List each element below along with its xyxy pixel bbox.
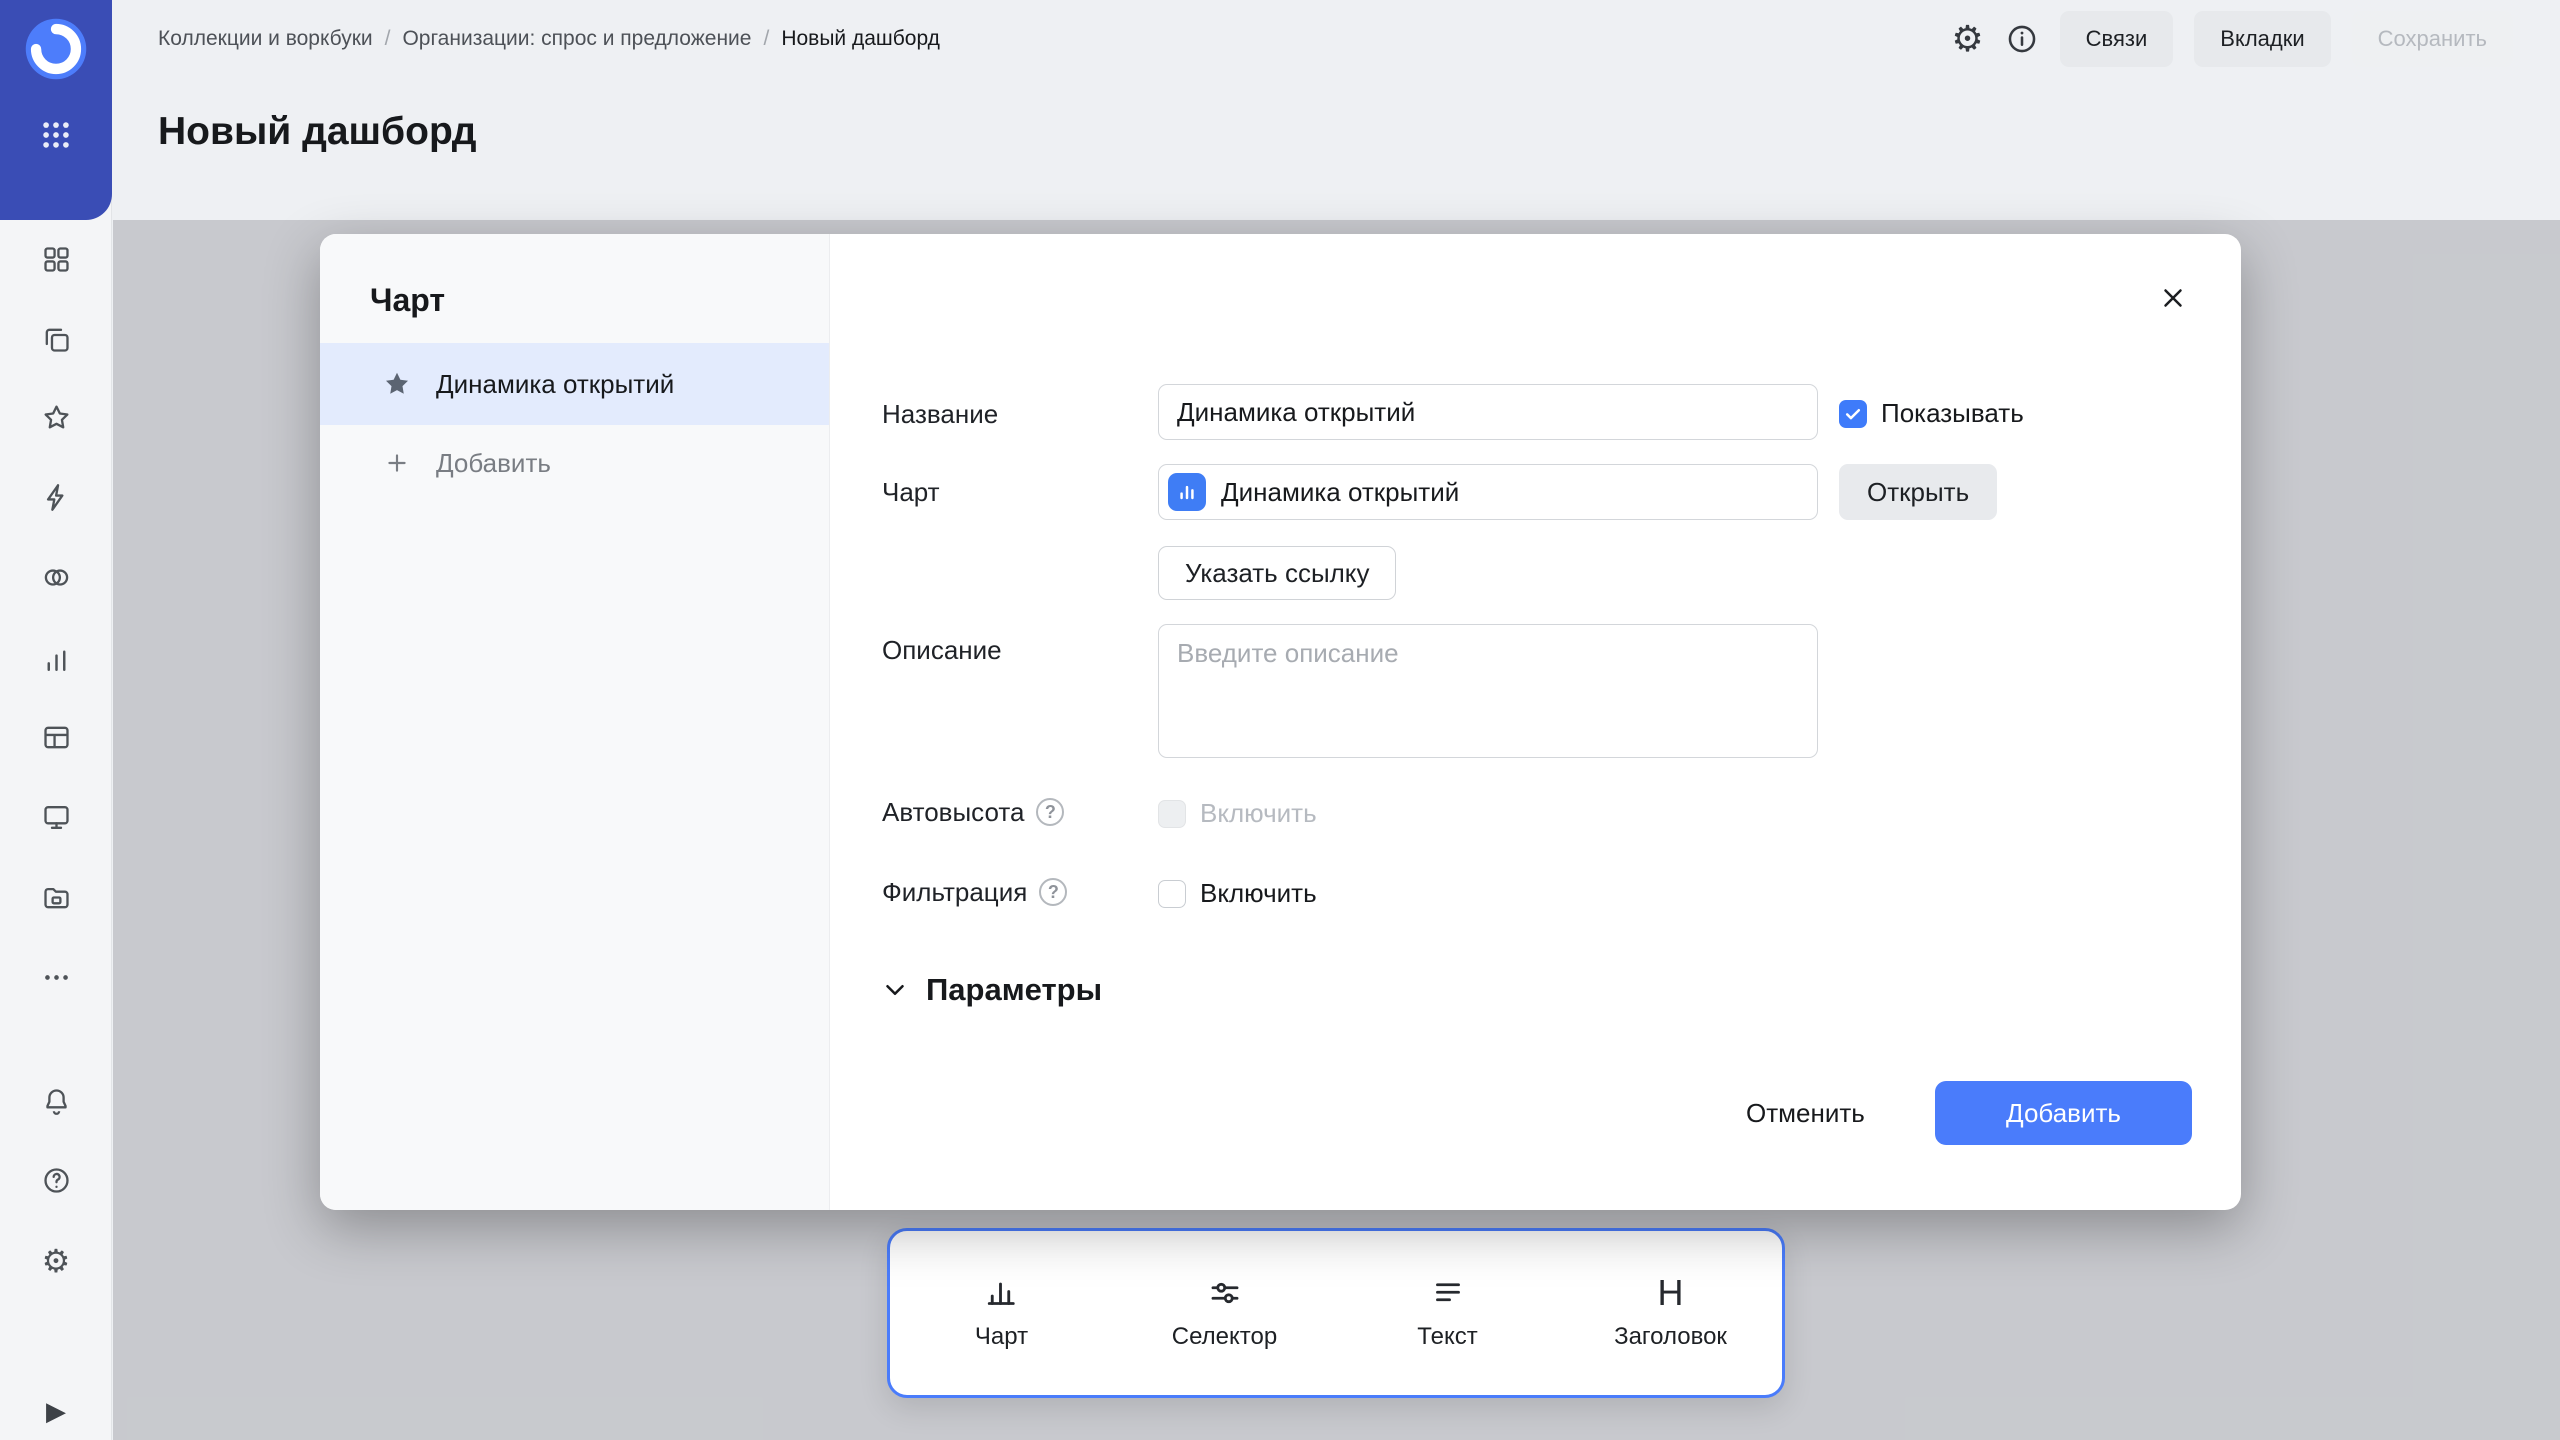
check-icon — [1843, 404, 1863, 424]
open-chart-button[interactable]: Открыть — [1839, 464, 1997, 520]
add-item-button[interactable]: Добавить — [320, 440, 829, 486]
help-icon[interactable] — [0, 1165, 112, 1196]
chevron-down-icon — [880, 975, 910, 1005]
close-icon[interactable] — [2153, 278, 2193, 318]
tabs-button[interactable]: Вкладки — [2194, 11, 2330, 67]
chart-type-icon — [1168, 473, 1206, 511]
show-checkbox-row: Показывать — [1839, 398, 2024, 429]
header: Коллекции и воркбуки / Организации: спро… — [112, 0, 2560, 78]
dashboards-icon[interactable] — [0, 244, 112, 275]
datasets-icon[interactable] — [0, 562, 112, 593]
add-chart-dialog: Чарт Динамика открытий Добавить Название — [320, 234, 2241, 1210]
autoheight-field-label: Автовысота ? — [882, 792, 1064, 832]
text-icon — [1430, 1275, 1466, 1311]
description-textarea[interactable] — [1158, 624, 1818, 758]
chart-field-label: Чарт — [882, 472, 940, 512]
selector-icon — [1207, 1275, 1243, 1311]
chart-icon — [984, 1275, 1020, 1311]
add-item-label: Добавить — [436, 448, 551, 479]
autoheight-help-icon[interactable]: ? — [1036, 798, 1064, 826]
name-input[interactable] — [1158, 384, 1818, 440]
toolbar-item-label: Чарт — [975, 1323, 1028, 1351]
breadcrumb-separator: / — [385, 27, 391, 51]
autoheight-checkbox[interactable] — [1158, 800, 1186, 828]
links-button[interactable]: Связи — [2060, 11, 2174, 67]
toolbar-item-text[interactable]: Текст — [1336, 1231, 1559, 1395]
autoheight-checkbox-label: Включить — [1200, 798, 1317, 829]
settings-icon[interactable]: ⚙ — [0, 1245, 112, 1277]
info-icon[interactable] — [2005, 22, 2039, 56]
more-icon[interactable] — [0, 962, 112, 993]
add-button[interactable]: Добавить — [1935, 1081, 2192, 1145]
filtering-checkbox-label: Включить — [1200, 878, 1317, 909]
cancel-button[interactable]: Отменить — [1716, 1081, 1895, 1145]
header-actions: ⚙ Связи Вкладки Сохранить — [1951, 0, 2513, 78]
breadcrumb-collections[interactable]: Коллекции и воркбуки — [158, 27, 373, 51]
toolbar-item-chart[interactable]: Чарт — [890, 1231, 1113, 1395]
page-title: Новый дашборд — [158, 110, 477, 154]
filtering-field-label: Фильтрация ? — [882, 872, 1067, 912]
breadcrumb-separator: / — [763, 27, 769, 51]
apps-grid-icon[interactable] — [0, 118, 112, 152]
breadcrumb-current: Новый дашборд — [781, 27, 940, 51]
toolbar-item-selector[interactable]: Селектор — [1113, 1231, 1336, 1395]
plus-icon — [384, 450, 410, 476]
connections-icon[interactable] — [0, 482, 112, 513]
show-checkbox[interactable] — [1839, 400, 1867, 428]
favorites-icon[interactable] — [0, 402, 112, 433]
list-item-label: Динамика открытий — [436, 369, 674, 400]
dialog-left-panel: Чарт Динамика открытий Добавить — [320, 234, 830, 1210]
app-root: ⚙ ▶ Коллекции и воркбуки / Организации: … — [0, 0, 2560, 1440]
workbooks-icon[interactable] — [0, 324, 112, 355]
heading-icon: H — [1658, 1275, 1684, 1311]
save-button[interactable]: Сохранить — [2352, 11, 2513, 67]
dialog-title: Чарт — [370, 280, 445, 320]
table-icon[interactable] — [0, 722, 112, 753]
toolbar-item-label: Селектор — [1172, 1323, 1277, 1351]
star-icon — [382, 369, 412, 399]
folder-icon[interactable] — [0, 882, 112, 913]
toolbar-item-label: Текст — [1417, 1323, 1477, 1351]
breadcrumb-workbook[interactable]: Организации: спрос и предложение — [402, 27, 751, 51]
show-checkbox-label: Показывать — [1881, 398, 2024, 429]
gear-icon[interactable]: ⚙ — [1951, 23, 1983, 55]
params-section-toggle[interactable]: Параметры — [880, 972, 1102, 1008]
filtering-checkbox[interactable] — [1158, 880, 1186, 908]
toolbar-item-label: Заголовок — [1614, 1323, 1727, 1351]
expand-sidebar-icon[interactable]: ▶ — [0, 1396, 112, 1427]
name-field-label: Название — [882, 394, 998, 434]
widget-toolbar: Чарт Селектор Текст H Заголовок — [887, 1228, 1785, 1398]
autoheight-checkbox-row: Включить — [1158, 798, 1317, 829]
datalens-logo-icon[interactable] — [23, 16, 89, 82]
dialog-form: Название Показывать Чарт Динамика открыт… — [830, 234, 2241, 1210]
toolbar-item-heading[interactable]: H Заголовок — [1559, 1231, 1782, 1395]
charts-icon[interactable] — [0, 644, 112, 675]
chart-select-input[interactable]: Динамика открытий — [1158, 464, 1818, 520]
presentation-icon[interactable] — [0, 802, 112, 833]
filtering-help-icon[interactable]: ? — [1039, 878, 1067, 906]
params-section-label: Параметры — [926, 972, 1102, 1008]
sidebar: ⚙ ▶ — [0, 0, 112, 1440]
sidebar-brand-block — [0, 0, 112, 220]
specify-link-button[interactable]: Указать ссылку — [1158, 546, 1396, 600]
chart-select-value: Динамика открытий — [1221, 477, 1459, 508]
notifications-icon[interactable] — [0, 1086, 112, 1117]
breadcrumb: Коллекции и воркбуки / Организации: спро… — [158, 0, 940, 78]
description-field-label: Описание — [882, 632, 1002, 668]
list-item[interactable]: Динамика открытий — [320, 343, 829, 425]
filtering-checkbox-row: Включить — [1158, 878, 1317, 909]
